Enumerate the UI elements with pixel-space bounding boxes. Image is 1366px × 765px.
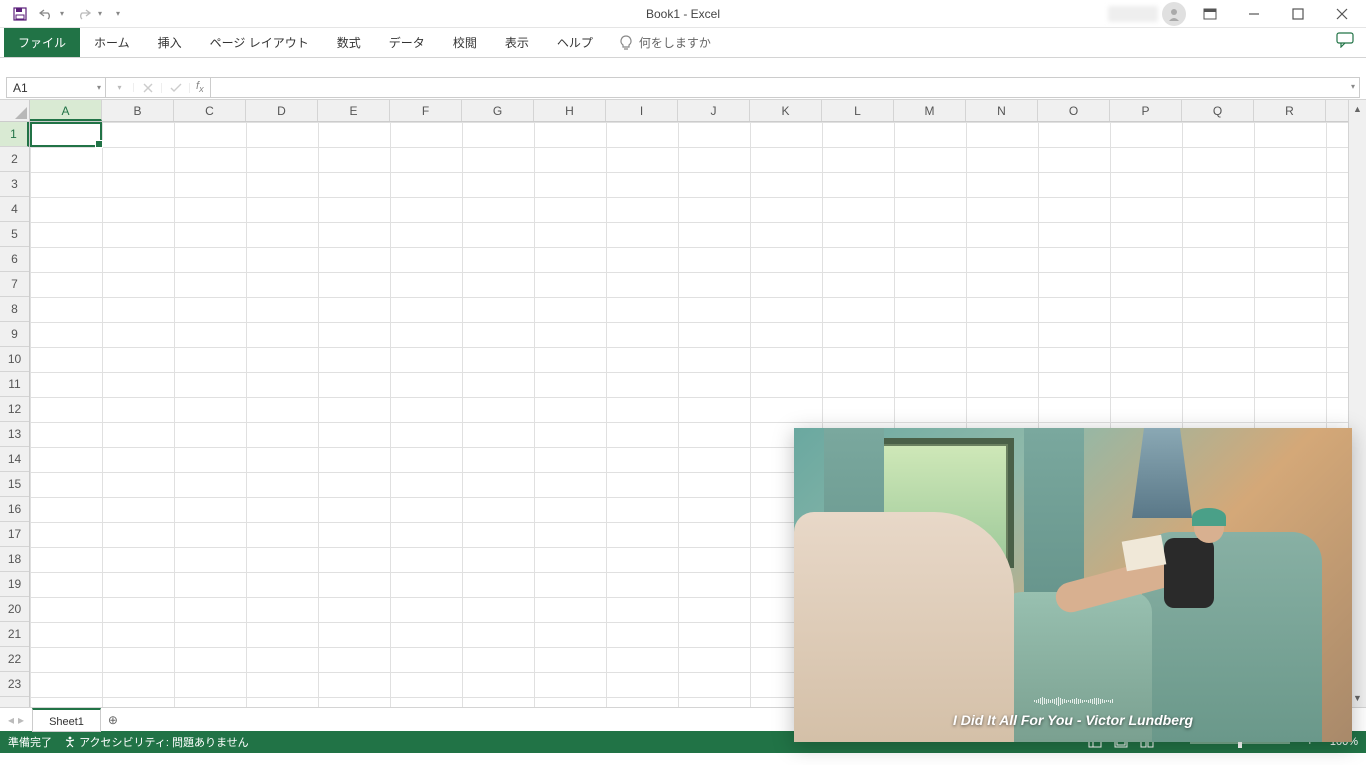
column-header-N[interactable]: N <box>966 100 1038 121</box>
tab-data[interactable]: データ <box>375 28 439 57</box>
column-header-O[interactable]: O <box>1038 100 1110 121</box>
row-header-16[interactable]: 16 <box>0 497 29 522</box>
row-header-1[interactable]: 1 <box>0 122 29 147</box>
pip-scene <box>794 428 1352 742</box>
column-header-F[interactable]: F <box>390 100 462 121</box>
name-box-dropdown-icon[interactable]: ▾ <box>97 83 101 92</box>
tab-view[interactable]: 表示 <box>491 28 543 57</box>
dropdown-icon[interactable]: ▾ <box>106 83 134 92</box>
row-header-8[interactable]: 8 <box>0 297 29 322</box>
formula-buttons: ▾ fx <box>106 77 211 98</box>
column-header-K[interactable]: K <box>750 100 822 121</box>
column-header-E[interactable]: E <box>318 100 390 121</box>
row-header-3[interactable]: 3 <box>0 172 29 197</box>
tab-help[interactable]: ヘルプ <box>543 28 607 57</box>
fx-icon[interactable]: fx <box>190 80 210 94</box>
redo-dropdown-icon[interactable]: ▾ <box>98 9 108 18</box>
title-bar: ▾ ▾ ▾ Book1 - Excel <box>0 0 1366 28</box>
quick-access-toolbar: ▾ ▾ ▾ <box>0 2 126 26</box>
tell-me-search[interactable]: 何をしますか <box>607 28 723 57</box>
row-header-11[interactable]: 11 <box>0 372 29 397</box>
enter-formula-button[interactable] <box>162 83 190 93</box>
picture-in-picture-overlay[interactable]: I Did It All For You - Victor Lundberg <box>794 428 1352 742</box>
status-accessibility[interactable]: アクセシビリティ: 問題ありません <box>64 734 249 750</box>
column-header-Q[interactable]: Q <box>1182 100 1254 121</box>
row-header-5[interactable]: 5 <box>0 222 29 247</box>
user-avatar[interactable] <box>1162 2 1186 26</box>
formula-input[interactable]: ▾ <box>211 77 1360 98</box>
status-ready: 準備完了 <box>8 734 52 750</box>
tab-insert[interactable]: 挿入 <box>144 28 196 57</box>
ribbon-tabs: ファイル ホーム 挿入 ページ レイアウト 数式 データ 校閲 表示 ヘルプ 何… <box>0 28 1366 58</box>
row-header-12[interactable]: 12 <box>0 397 29 422</box>
minimize-button[interactable] <box>1234 0 1274 28</box>
scroll-up-icon[interactable]: ▲ <box>1349 100 1366 118</box>
ribbon-display-button[interactable] <box>1190 0 1230 28</box>
column-header-G[interactable]: G <box>462 100 534 121</box>
name-box[interactable]: A1 ▾ <box>6 77 106 98</box>
scroll-track[interactable] <box>1351 118 1364 689</box>
row-header-6[interactable]: 6 <box>0 247 29 272</box>
undo-button[interactable] <box>34 2 58 26</box>
cancel-formula-button[interactable] <box>134 83 162 93</box>
row-header-15[interactable]: 15 <box>0 472 29 497</box>
title-right-controls <box>1108 0 1366 28</box>
redo-button[interactable] <box>72 2 96 26</box>
column-header-I[interactable]: I <box>606 100 678 121</box>
undo-dropdown-icon[interactable]: ▾ <box>60 9 70 18</box>
add-sheet-button[interactable]: ⊕ <box>101 713 125 727</box>
row-header-23[interactable]: 23 <box>0 672 29 697</box>
row-header-20[interactable]: 20 <box>0 597 29 622</box>
pip-caption: I Did It All For You - Victor Lundberg <box>794 712 1352 728</box>
sheet-nav: ◂ ▸ <box>0 713 32 727</box>
accessibility-icon <box>64 736 76 748</box>
name-box-value: A1 <box>13 81 28 95</box>
row-header-18[interactable]: 18 <box>0 547 29 572</box>
row-header-9[interactable]: 9 <box>0 322 29 347</box>
tab-file[interactable]: ファイル <box>4 28 80 57</box>
row-header-22[interactable]: 22 <box>0 647 29 672</box>
close-button[interactable] <box>1322 0 1362 28</box>
column-header-A[interactable]: A <box>30 100 102 121</box>
formula-bar: A1 ▾ ▾ fx ▾ <box>0 76 1366 100</box>
sheet-prev-icon[interactable]: ◂ <box>8 713 14 727</box>
column-header-H[interactable]: H <box>534 100 606 121</box>
active-cell[interactable] <box>30 122 102 147</box>
sheet-tab-1[interactable]: Sheet1 <box>32 708 101 732</box>
lightbulb-icon <box>619 35 633 51</box>
save-button[interactable] <box>8 2 32 26</box>
row-header-13[interactable]: 13 <box>0 422 29 447</box>
row-header-14[interactable]: 14 <box>0 447 29 472</box>
column-header-C[interactable]: C <box>174 100 246 121</box>
maximize-button[interactable] <box>1278 0 1318 28</box>
column-header-L[interactable]: L <box>822 100 894 121</box>
row-header-7[interactable]: 7 <box>0 272 29 297</box>
tab-review[interactable]: 校閲 <box>439 28 491 57</box>
row-header-10[interactable]: 10 <box>0 347 29 372</box>
audio-wave-icon <box>983 696 1163 706</box>
row-header-17[interactable]: 17 <box>0 522 29 547</box>
column-header-D[interactable]: D <box>246 100 318 121</box>
row-header-19[interactable]: 19 <box>0 572 29 597</box>
column-headers: ABCDEFGHIJKLMNOPQR <box>30 100 1348 122</box>
tab-home[interactable]: ホーム <box>80 28 144 57</box>
row-header-21[interactable]: 21 <box>0 622 29 647</box>
column-header-M[interactable]: M <box>894 100 966 121</box>
tab-formulas[interactable]: 数式 <box>323 28 375 57</box>
row-header-4[interactable]: 4 <box>0 197 29 222</box>
tab-page-layout[interactable]: ページ レイアウト <box>196 28 323 57</box>
sheet-next-icon[interactable]: ▸ <box>18 713 24 727</box>
tell-me-label: 何をしますか <box>639 34 711 51</box>
qat-customize-icon[interactable]: ▾ <box>116 9 126 18</box>
column-header-J[interactable]: J <box>678 100 750 121</box>
select-all-corner[interactable] <box>0 100 30 122</box>
column-header-P[interactable]: P <box>1110 100 1182 121</box>
comments-button[interactable] <box>1336 32 1354 48</box>
column-header-B[interactable]: B <box>102 100 174 121</box>
column-header-R[interactable]: R <box>1254 100 1326 121</box>
user-name <box>1108 6 1158 22</box>
formula-expand-icon[interactable]: ▾ <box>1351 82 1355 91</box>
row-headers: 1234567891011121314151617181920212223 <box>0 122 30 707</box>
row-header-2[interactable]: 2 <box>0 147 29 172</box>
